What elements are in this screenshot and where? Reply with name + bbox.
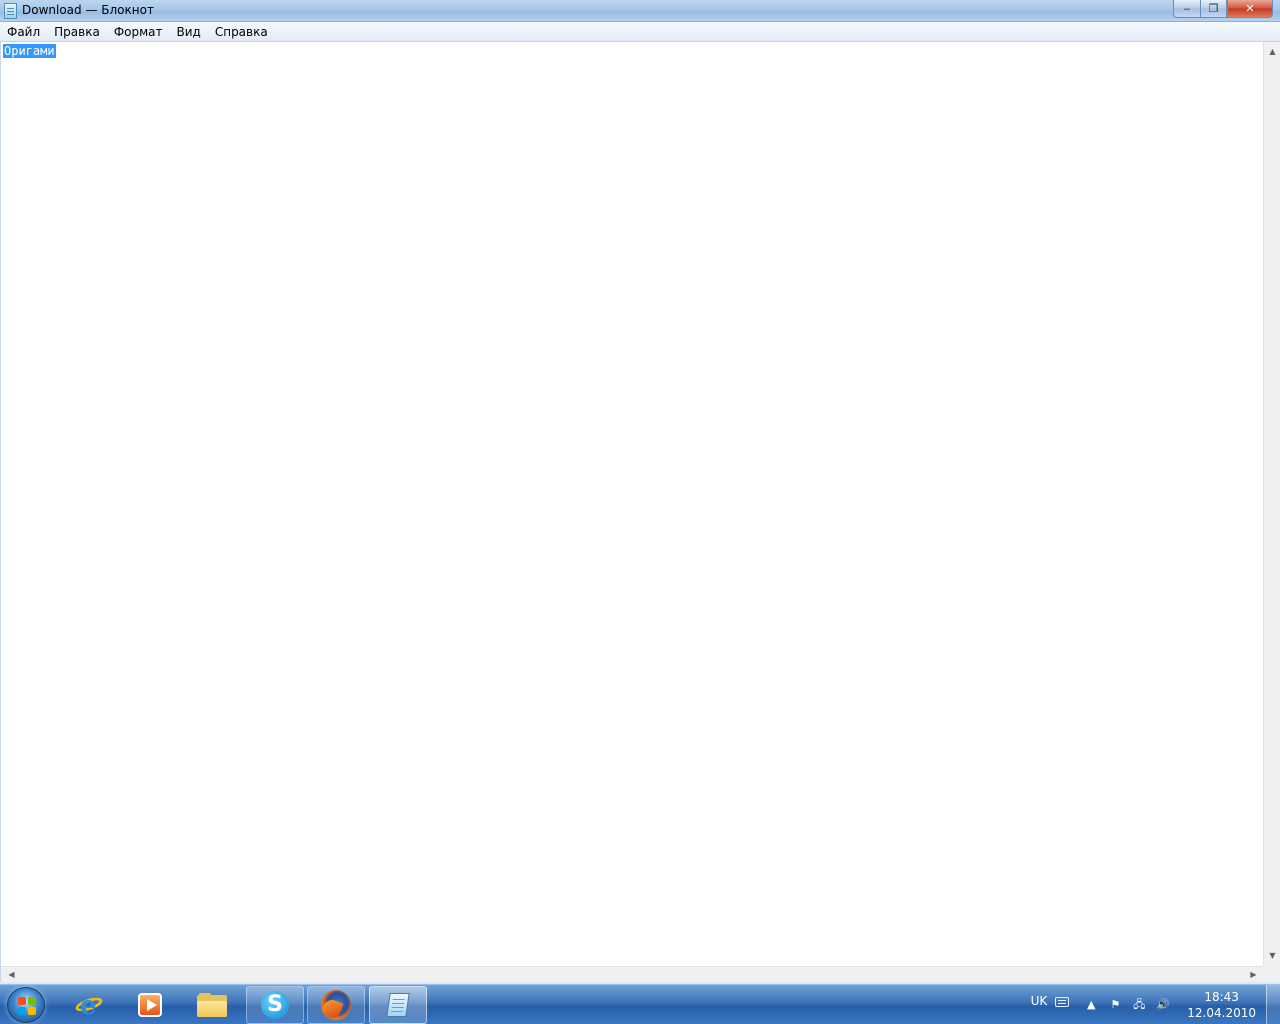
menu-view[interactable]: Вид — [170, 22, 208, 42]
scrollbar-corner — [1263, 966, 1280, 982]
language-indicator[interactable]: UK — [1031, 994, 1048, 1008]
window-controls: ‒ ❐ ✕ — [1173, 0, 1273, 18]
taskbar-skype[interactable]: S — [246, 986, 304, 1024]
selected-text[interactable]: Оригами — [3, 44, 56, 58]
skype-icon: S — [261, 991, 289, 1019]
title-bar[interactable]: Download — Блокнот ‒ ❐ ✕ — [0, 0, 1280, 22]
media-player-icon — [138, 993, 162, 1017]
keyboard-icon[interactable] — [1055, 997, 1070, 1007]
taskbar: e S UK ▲ ⚑ 🖧 🔊 18:43 12.04.2010 — [0, 984, 1280, 1024]
menu-bar: Файл Правка Формат Вид Справка — [0, 22, 1280, 42]
text-editor[interactable]: Оригами — [3, 44, 1263, 966]
menu-edit[interactable]: Правка — [47, 22, 107, 42]
firefox-icon — [321, 990, 351, 1020]
window-title: Download — Блокнот — [22, 3, 154, 17]
vertical-scrollbar[interactable]: ▲ ▼ — [1263, 42, 1280, 966]
scroll-down-icon[interactable]: ▼ — [1264, 948, 1280, 964]
notepad-icon — [385, 991, 411, 1019]
volume-icon[interactable]: 🔊 — [1155, 997, 1171, 1013]
taskbar-media-player[interactable] — [121, 986, 179, 1024]
clock[interactable]: 18:43 12.04.2010 — [1187, 989, 1256, 1021]
internet-explorer-icon: e — [73, 991, 105, 1019]
taskbar-notepad[interactable] — [369, 986, 427, 1024]
taskbar-explorer[interactable] — [183, 986, 241, 1024]
show-desktop-button[interactable] — [1266, 985, 1280, 1024]
menu-file[interactable]: Файл — [0, 22, 47, 42]
notepad-icon — [4, 3, 17, 19]
menu-format[interactable]: Формат — [107, 22, 170, 42]
show-hidden-icons-icon[interactable]: ▲ — [1083, 997, 1099, 1013]
action-center-flag-icon[interactable]: ⚑ — [1107, 997, 1123, 1013]
menu-help[interactable]: Справка — [208, 22, 275, 42]
scroll-right-icon[interactable]: ▶ — [1245, 967, 1262, 983]
scroll-up-icon[interactable]: ▲ — [1264, 44, 1280, 60]
taskbar-internet-explorer[interactable]: e — [60, 986, 118, 1024]
folder-icon — [197, 993, 227, 1017]
editor-area: Оригами ▲ ▼ ◀ ▶ — [0, 42, 1280, 982]
taskbar-firefox[interactable] — [307, 986, 365, 1024]
clock-date: 12.04.2010 — [1187, 1006, 1256, 1020]
maximize-button[interactable]: ❐ — [1200, 0, 1227, 18]
start-button[interactable] — [7, 987, 45, 1023]
clock-time: 18:43 — [1204, 990, 1239, 1004]
minimize-button[interactable]: ‒ — [1173, 0, 1200, 18]
scroll-left-icon[interactable]: ◀ — [3, 967, 20, 983]
close-button[interactable]: ✕ — [1227, 0, 1273, 18]
windows-logo-icon — [18, 997, 36, 1015]
network-icon[interactable]: 🖧 — [1131, 997, 1147, 1013]
horizontal-scrollbar[interactable]: ◀ ▶ — [1, 966, 1264, 982]
system-tray: UK ▲ ⚑ 🖧 🔊 18:43 12.04.2010 — [1031, 985, 1266, 1024]
